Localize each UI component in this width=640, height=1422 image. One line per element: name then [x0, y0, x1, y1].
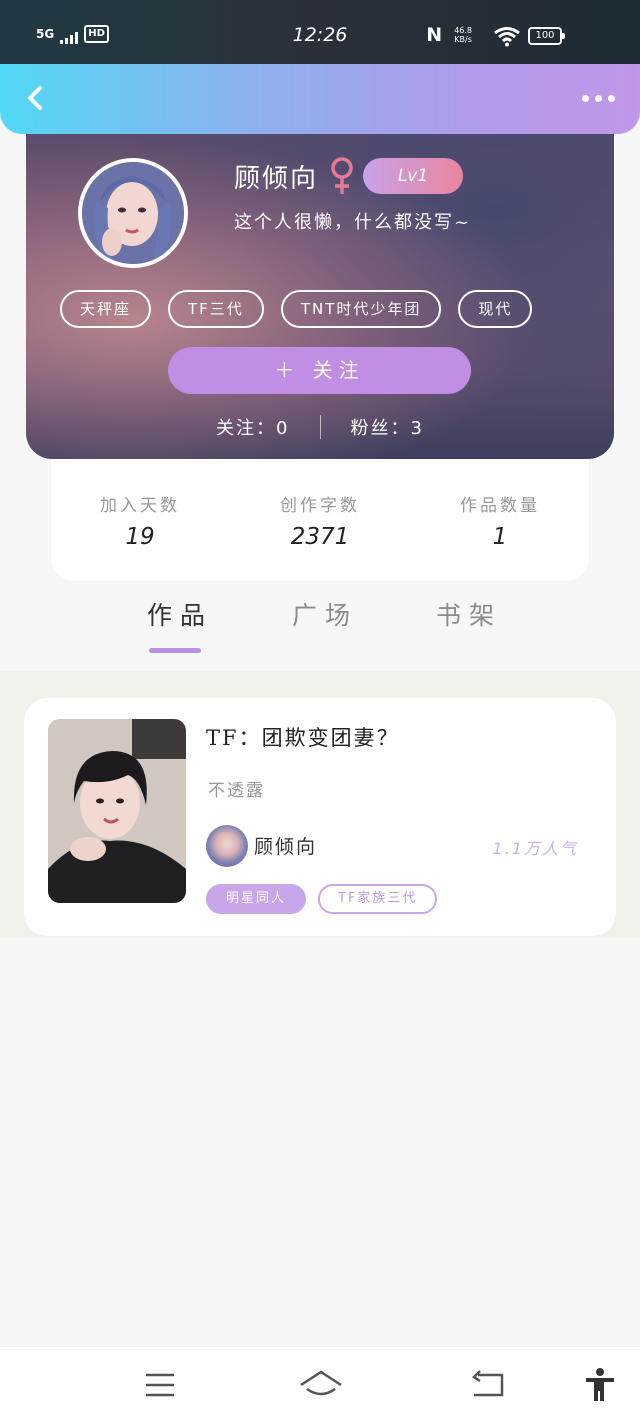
- divider: [319, 415, 321, 439]
- accessibility-icon[interactable]: [582, 1367, 618, 1403]
- stat-value: 2371: [290, 524, 350, 550]
- following-count[interactable]: 关注：0: [216, 414, 289, 440]
- menu-icon[interactable]: [140, 1367, 180, 1403]
- cover-illustration: [48, 719, 186, 903]
- battery-icon: 100: [528, 27, 565, 45]
- female-icon: [331, 157, 353, 194]
- popularity-count: 1.1万人气: [492, 839, 578, 858]
- speed-value: 46.8: [454, 26, 472, 35]
- stat-value: 1: [492, 524, 508, 550]
- nfc-icon: N: [426, 24, 443, 46]
- stat-word-count: 创作字数 2371: [245, 491, 395, 550]
- work-card[interactable]: TF：团欺变团妻？ 不透露 顾倾向 1.1万人气 明星同人 TF家族三代: [24, 698, 616, 936]
- stat-label: 作品数量: [460, 496, 540, 516]
- system-nav-bar: [0, 1346, 640, 1422]
- profile-tags: 天秤座 TF三代 TNT时代少年团 现代: [60, 290, 533, 328]
- stat-work-count: 作品数量 1: [425, 491, 575, 550]
- back-nav-icon[interactable]: [468, 1367, 508, 1403]
- home-icon[interactable]: [298, 1367, 344, 1403]
- stat-label: 创作字数: [280, 496, 360, 516]
- work-tags: 明星同人 TF家族三代: [206, 884, 438, 914]
- tab-bookshelf[interactable]: 书架: [436, 596, 502, 632]
- tab-bar: 作品 广场 书架: [0, 596, 640, 671]
- work-title[interactable]: TF：团欺变团妻？: [206, 722, 400, 752]
- user-bio: 这个人很懒，什么都没写~: [234, 212, 472, 233]
- tab-underline: [149, 648, 201, 653]
- speed-unit: KB/s: [454, 35, 472, 44]
- header-bar: [0, 64, 640, 134]
- user-name: 顾倾向: [234, 164, 319, 194]
- tag-zodiac[interactable]: 天秤座: [60, 290, 152, 328]
- tab-works[interactable]: 作品: [147, 596, 213, 632]
- stats-card: 加入天数 19 创作字数 2371 作品数量 1: [51, 459, 589, 581]
- author-avatar[interactable]: [206, 825, 248, 867]
- stat-value: 19: [125, 524, 155, 550]
- work-description: 不透露: [208, 781, 265, 801]
- stat-join-days: 加入天数 19: [65, 491, 215, 550]
- more-dots-icon[interactable]: [582, 86, 620, 110]
- wifi-icon: [494, 27, 520, 47]
- followers-count[interactable]: 粉丝：3: [351, 414, 424, 440]
- status-bar: 5G HD 12:26 N 46.8 KB/s 100: [0, 0, 640, 68]
- avatar-image: [82, 162, 184, 264]
- work-tag-tf-family[interactable]: TF家族三代: [318, 884, 438, 914]
- work-cover-image[interactable]: [48, 719, 186, 903]
- tab-square[interactable]: 广场: [292, 596, 358, 632]
- profile-card: 顾倾向 Lv1 这个人很懒，什么都没写~ 天秤座 TF三代 TNT时代少年团 现…: [26, 110, 614, 459]
- back-arrow-icon[interactable]: [18, 80, 54, 116]
- tag-tf-gen3[interactable]: TF三代: [168, 290, 264, 328]
- work-tag-celebrity-fanfic[interactable]: 明星同人: [206, 884, 307, 914]
- works-section: TF：团欺变团妻？ 不透露 顾倾向 1.1万人气 明星同人 TF家族三代: [0, 671, 640, 938]
- follow-button[interactable]: ＋ 关注: [168, 347, 471, 394]
- follow-stats: 关注：0 粉丝：3: [26, 412, 614, 442]
- tag-tnt[interactable]: TNT时代少年团: [280, 290, 442, 328]
- level-badge: Lv1: [363, 158, 463, 194]
- network-speed: 46.8 KB/s: [454, 26, 472, 44]
- tag-modern[interactable]: 现代: [458, 290, 533, 328]
- avatar[interactable]: [78, 158, 188, 268]
- author-name[interactable]: 顾倾向: [254, 832, 317, 859]
- stat-label: 加入天数: [100, 496, 180, 516]
